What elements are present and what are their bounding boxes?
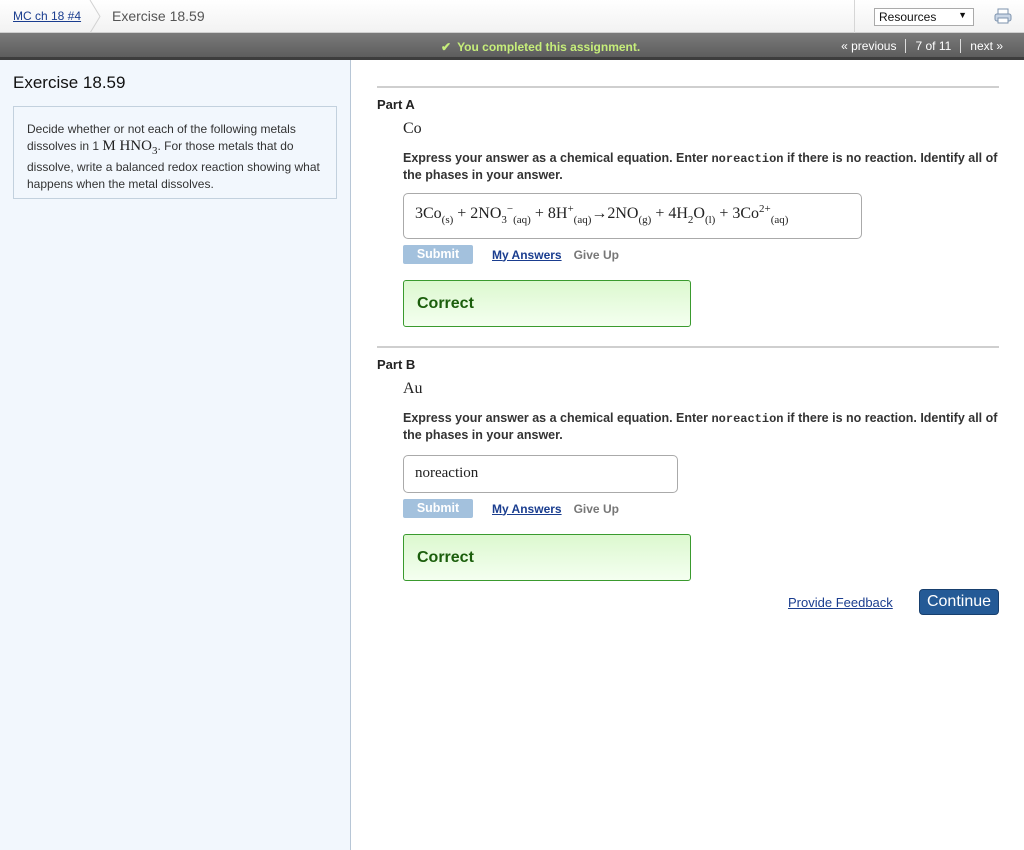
instructions-text: Express your answer as a chemical equati… [403, 411, 712, 425]
my-answers-link[interactable]: My Answers [492, 248, 562, 262]
instructions-text: Express your answer as a chemical equati… [403, 151, 712, 165]
math-text: M HNO [102, 137, 152, 154]
eq-subscript: 3 [501, 214, 507, 226]
continue-button[interactable]: Continue [919, 589, 999, 615]
part-label: Part B [377, 357, 416, 372]
breadcrumb-current: Exercise 18.59 [112, 8, 205, 24]
problem-statement: Decide whether or not each of the follow… [13, 106, 337, 199]
part-divider [377, 86, 999, 88]
completion-message: ✔ You completed this assignment. [441, 40, 640, 54]
submit-button[interactable]: Submit [403, 245, 473, 264]
sidebar: Exercise 18.59 Decide whether or not eac… [0, 60, 351, 850]
checkmark-icon: ✔ [441, 40, 452, 54]
eq-phase: (g) [638, 214, 652, 226]
completion-text: You completed this assignment. [457, 40, 641, 54]
eq-term: + 8H [530, 205, 568, 222]
divider [854, 0, 855, 33]
eq-term: + 3Co [715, 205, 760, 222]
dropdown-arrow-icon: ▼ [958, 10, 967, 20]
answer-actions: Submit My Answers Give Up [403, 499, 999, 518]
printer-icon[interactable] [994, 8, 1012, 24]
breadcrumb-separator-icon [89, 0, 101, 33]
give-up-link[interactable]: Give Up [574, 502, 619, 516]
eq-phase: (l) [704, 214, 716, 226]
part-divider [377, 346, 999, 348]
my-answers-link[interactable]: My Answers [492, 502, 562, 516]
part-label: Part A [377, 97, 415, 112]
pager-position: 7 of 11 [915, 39, 952, 53]
resources-dropdown-value: Resources [879, 10, 937, 24]
problem-math: M HNO3 [102, 137, 157, 157]
part-b: Part B Au Express your answer as a chemi… [377, 346, 999, 581]
give-up-link[interactable]: Give Up [574, 248, 619, 262]
eq-term: →2NO [591, 205, 639, 222]
eq-phase: (aq) [573, 214, 592, 226]
eq-phase: (aq) [513, 214, 531, 226]
pager: « previous 7 of 11 next » [832, 39, 1012, 53]
submit-button[interactable]: Submit [403, 499, 473, 518]
top-bar: MC ch 18 #4 Exercise 18.59 Resources ▼ [0, 0, 1024, 33]
answer-actions: Submit My Answers Give Up [403, 245, 999, 264]
eq-term: O [693, 205, 705, 222]
element-symbol: Co [403, 120, 422, 137]
exercise-title: Exercise 18.59 [13, 73, 126, 92]
eq-term: 3Co [415, 205, 442, 222]
status-bar: ✔ You completed this assignment. « previo… [0, 33, 1024, 60]
resources-dropdown[interactable]: Resources ▼ [874, 8, 974, 26]
eq-term: + 4H [651, 205, 688, 222]
answer-field[interactable]: noreaction [403, 455, 678, 493]
instructions-code: noreaction [711, 412, 784, 426]
next-link[interactable]: next » [961, 39, 1012, 53]
element-symbol: Au [403, 380, 423, 397]
instructions-code: noreaction [711, 152, 784, 166]
eq-term: + 2NO [453, 205, 502, 222]
instructions: Express your answer as a chemical equati… [403, 410, 999, 443]
eq-phase: (s) [441, 214, 454, 226]
provide-feedback-link[interactable]: Provide Feedback [788, 595, 893, 610]
instructions: Express your answer as a chemical equati… [403, 150, 999, 183]
breadcrumb-parent-link[interactable]: MC ch 18 #4 [13, 9, 81, 23]
answer-field[interactable]: 3Co(s) + 2NO3−(aq) + 8H+(aq)→2NO(g) + 4H… [403, 193, 862, 239]
correct-feedback: Correct [403, 534, 691, 581]
eq-charge: 2+ [759, 203, 771, 215]
part-a: Part A Co Express your answer as a chemi… [377, 86, 999, 327]
correct-feedback: Correct [403, 280, 691, 327]
eq-phase: (aq) [770, 214, 789, 226]
previous-link[interactable]: « previous [832, 39, 905, 53]
